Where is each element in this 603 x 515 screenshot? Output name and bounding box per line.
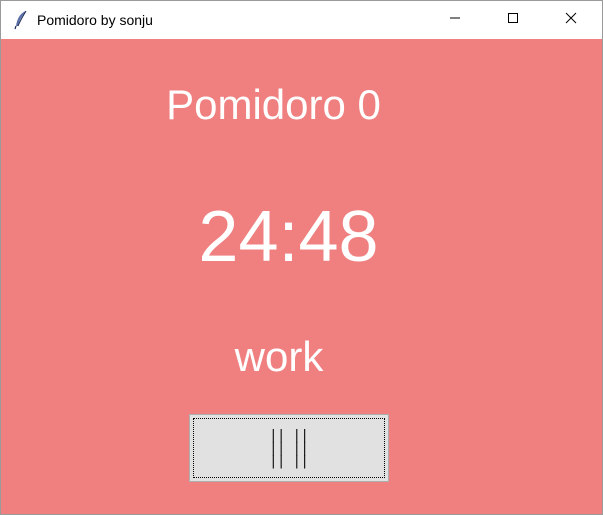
minimize-button[interactable] [432,1,478,39]
app-window: Pomidoro by sonju Pomidoro 0 24:48 work … [0,0,603,515]
minimize-icon [449,11,461,29]
close-icon [565,11,577,29]
feather-icon [13,10,29,30]
countdown-timer: 24:48 [198,197,379,277]
pomodoro-counter: Pomidoro 0 [166,81,381,128]
session-mode-label: work [234,333,324,380]
pause-icon: || || || || || || [269,427,309,469]
pause-button[interactable]: || || || || || || [189,414,389,482]
maximize-button[interactable] [490,1,536,39]
close-button[interactable] [548,1,594,39]
window-title: Pomidoro by sonju [37,12,153,28]
pomodoro-panel: Pomidoro 0 24:48 work || || || || || || [1,39,602,514]
maximize-icon [507,11,519,29]
title-bar[interactable]: Pomidoro by sonju [1,1,602,39]
